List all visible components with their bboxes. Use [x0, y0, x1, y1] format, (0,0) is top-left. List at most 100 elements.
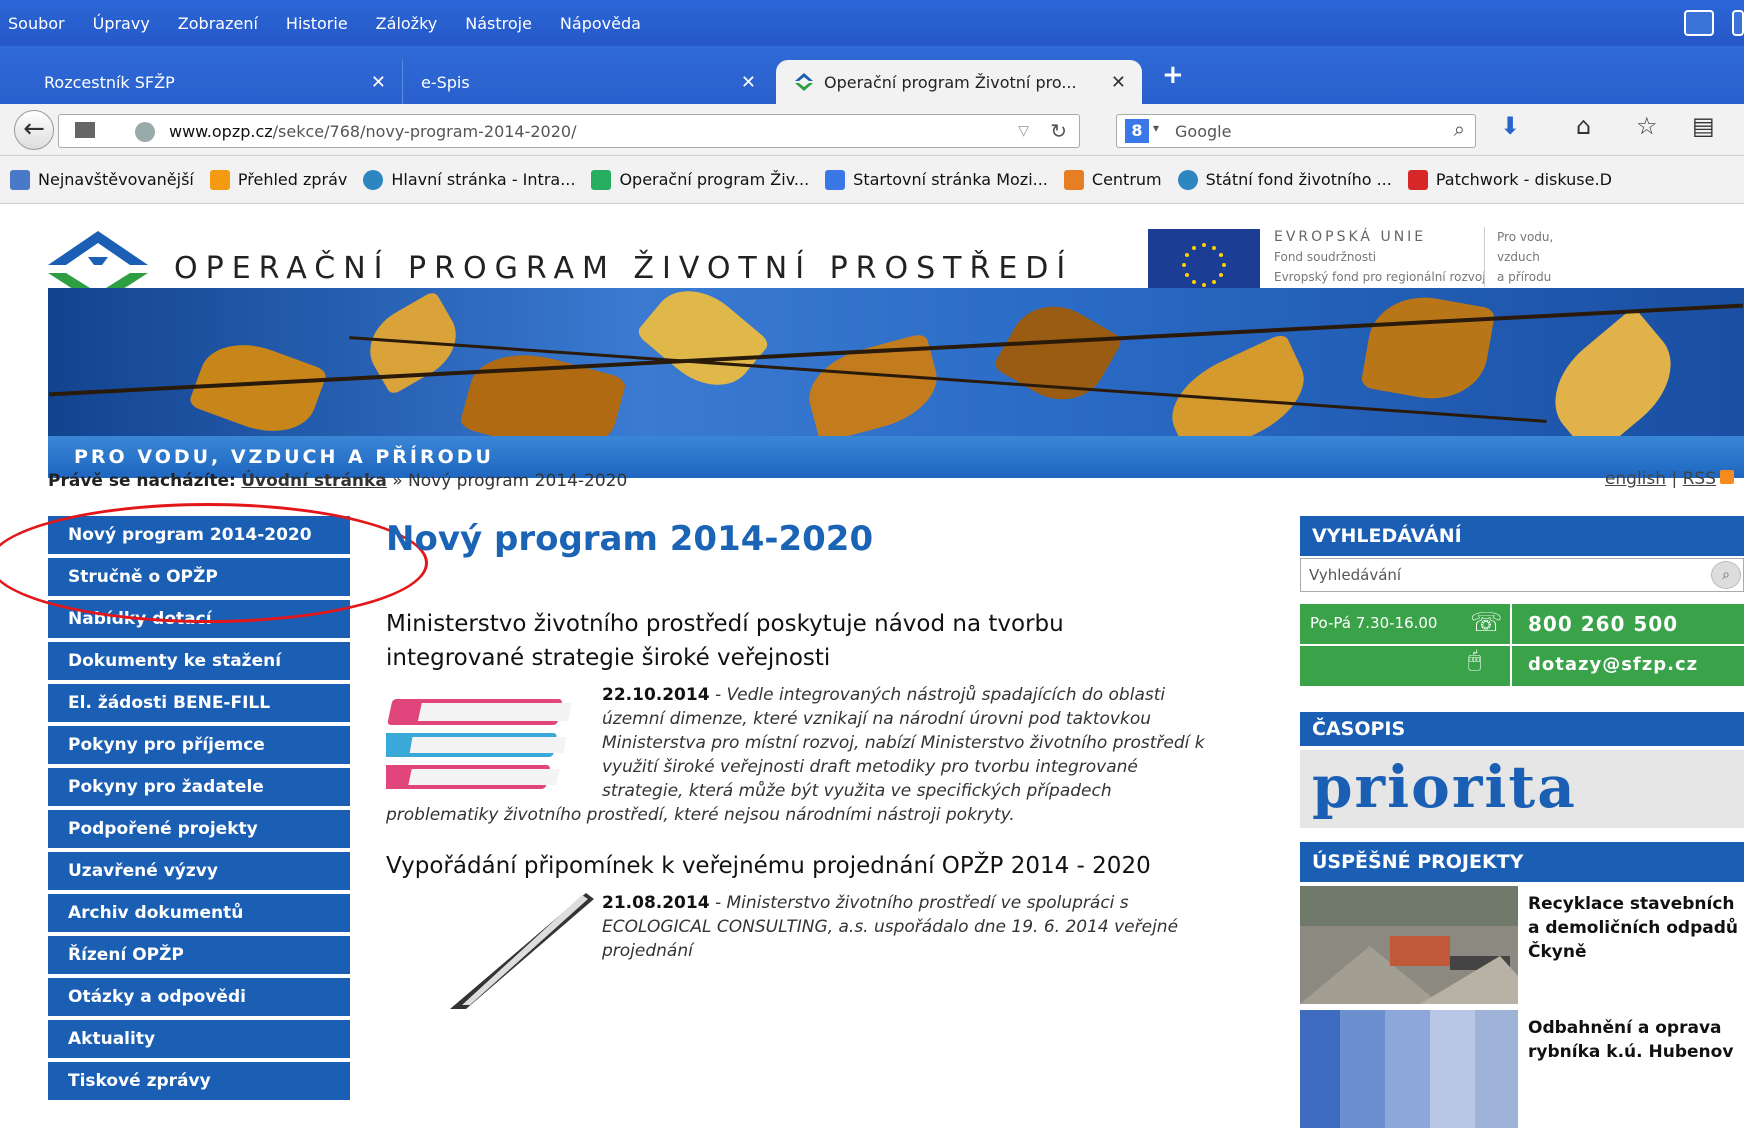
menu-item-aktuality[interactable]: Aktuality [48, 1020, 350, 1058]
bookmark-label: Státní fond životního ... [1205, 170, 1392, 189]
tab-label: e-Spis [421, 72, 470, 92]
bookmark-item[interactable]: Přehled zpráv [209, 169, 347, 190]
search-placeholder: Google [1175, 121, 1232, 141]
menu-item-podporene[interactable]: Podpořené projekty [48, 810, 350, 848]
star-icon[interactable]: ☆ [1636, 112, 1658, 140]
menu-item-nabidky[interactable]: Nabídky dotací [48, 600, 350, 638]
article-title[interactable]: Vypořádání připomínek k veřejnému projed… [386, 849, 1206, 883]
language-links: english | RSS [1605, 469, 1734, 489]
email-link[interactable]: dotazy@sfzp.cz [1528, 654, 1698, 675]
url-host: www.opzp.cz [169, 121, 273, 141]
bookmark-icon [10, 169, 30, 190]
breadcrumb-separator: » [392, 471, 403, 491]
google-icon [825, 169, 846, 190]
chevron-down-icon[interactable]: ▾ [1153, 121, 1159, 135]
menu-item-bene-fill[interactable]: El. žádosti BENE-FILL [48, 684, 350, 722]
page-heading: Nový program 2014-2020 [386, 519, 874, 559]
menu-item-tiskove[interactable]: Tiskové zprávy [48, 1062, 350, 1100]
bookmark-label: Centrum [1091, 170, 1162, 189]
project-title: Odbahnění a oprava rybníka k.ú. Hubenov [1528, 1018, 1734, 1062]
slogan-line: Pro vodu, [1497, 230, 1554, 244]
bookmark-item[interactable]: Hlavní stránka - Intra... [363, 169, 575, 190]
breadcrumb-prefix: Právě se nacházíte: [48, 471, 236, 491]
breadcrumb-home-link[interactable]: Úvodní stránka [241, 471, 387, 491]
menu-item-prijemce[interactable]: Pokyny pro příjemce [48, 726, 350, 764]
mouse-icon: 🖱 [1468, 648, 1482, 673]
menu-nastroje[interactable]: Nástroje [465, 14, 532, 33]
bookmark-icon [1177, 169, 1198, 190]
menu-item-novy-program[interactable]: Nový program 2014-2020 [48, 516, 350, 554]
close-icon[interactable]: ✕ [1111, 72, 1126, 93]
bookmark-item[interactable]: Státní fond životního ... [1177, 169, 1392, 190]
maximize-button[interactable] [1732, 10, 1744, 36]
article-date-sep: - [709, 893, 727, 913]
search-icon[interactable]: ⌕ [1454, 117, 1465, 141]
close-icon[interactable]: ✕ [741, 72, 756, 93]
tab-bar: Rozcestník SFŽP ✕ e-Spis ✕ Operační prog… [0, 46, 1744, 104]
eu-fund: Fond soudržnosti [1274, 250, 1377, 264]
menu-item-zadatele[interactable]: Pokyny pro žadatele [48, 768, 350, 806]
bookmark-item[interactable]: Startovní stránka Mozi... [825, 169, 1048, 190]
menu-item-archiv[interactable]: Archiv dokumentů [48, 894, 350, 932]
menu-item-rizeni[interactable]: Řízení OPŽP [48, 936, 350, 974]
phone-number[interactable]: 800 260 500 [1528, 612, 1678, 636]
menu-item-dokumenty[interactable]: Dokumenty ke stažení [48, 642, 350, 680]
web-page: OPERAČNÍ PROGRAM ŽIVOTNÍ PROSTŘEDÍ EVROP… [0, 205, 1744, 1144]
close-icon[interactable]: ✕ [371, 72, 386, 93]
download-icon[interactable]: ⬇ [1500, 112, 1520, 140]
pond-image [1300, 1010, 1518, 1128]
url-dropdown-icon[interactable]: ▽ [1018, 123, 1029, 139]
menu-upravy[interactable]: Úpravy [93, 14, 150, 33]
bookmark-item[interactable]: Centrum [1063, 169, 1162, 190]
article-title[interactable]: Ministerstvo životního prostředí poskytu… [386, 607, 1206, 675]
site-search-input[interactable]: Vyhledávání ⌕ [1300, 558, 1744, 592]
menu-historie[interactable]: Historie [286, 14, 348, 33]
project-item[interactable]: Recyklace stavebních a demoličních odpad… [1300, 886, 1744, 1008]
home-icon[interactable]: ⌂ [1576, 112, 1591, 140]
rss-icon [209, 169, 230, 190]
project-title: Recyklace stavebních a demoličních odpad… [1528, 894, 1739, 962]
new-tab-button[interactable]: + [1162, 60, 1184, 90]
search-bar[interactable]: 8 ▾ Google ⌕ [1116, 114, 1476, 148]
bookmarks-icon[interactable] [75, 122, 95, 138]
bookmark-item[interactable]: Operační program Živ... [591, 169, 809, 190]
eu-text: EVROPSKÁ UNIE Fond soudržnosti Evropský … [1274, 227, 1486, 287]
tab-rozcestnik[interactable]: Rozcestník SFŽP ✕ [26, 60, 402, 104]
phone-icon: ☏ [1470, 608, 1503, 638]
url-path: /sekce/768/novy-program-2014-2020/ [272, 121, 577, 141]
menu-item-strucne[interactable]: Stručně o OPŽP [48, 558, 350, 596]
tab-opzp[interactable]: Operační program Životní pro... ✕ [776, 60, 1142, 104]
recycling-site-image [1300, 886, 1518, 1004]
bookmark-item[interactable]: Nejnavštěvovanější [10, 169, 194, 190]
menu-item-uzavrene[interactable]: Uzavřené výzvy [48, 852, 350, 890]
opzp-icon [591, 169, 612, 190]
divider [1300, 644, 1744, 646]
english-link[interactable]: english [1605, 469, 1666, 489]
menu-soubor[interactable]: Soubor [8, 14, 65, 33]
globe-icon [135, 122, 155, 142]
rss-icon[interactable] [1720, 470, 1734, 484]
bookmark-item[interactable]: Patchwork - diskuse.D [1407, 169, 1612, 190]
left-menu: Nový program 2014-2020 Stručně o OPŽP Na… [48, 516, 350, 1104]
tab-espis[interactable]: e-Spis ✕ [402, 60, 772, 104]
menu-bar: Soubor Úpravy Zobrazení Historie Záložky… [0, 0, 1744, 46]
rss-link[interactable]: RSS [1683, 469, 1716, 489]
search-icon[interactable]: ⌕ [1711, 561, 1741, 589]
bookmark-list-icon[interactable]: ▤ [1692, 112, 1715, 140]
bookmark-icon [1407, 169, 1428, 190]
reload-icon[interactable]: ↻ [1050, 119, 1067, 143]
menu-zobrazeni[interactable]: Zobrazení [178, 14, 258, 33]
bookmark-label: Patchwork - diskuse.D [1435, 170, 1612, 189]
opzp-favicon-icon [795, 73, 813, 91]
menu-zalozky[interactable]: Záložky [376, 14, 438, 33]
books-image [386, 699, 572, 789]
url-bar[interactable]: www.opzp.cz/sekce/768/novy-program-2014-… [58, 114, 1080, 148]
back-button[interactable]: ← [14, 110, 54, 150]
menu-item-otazky[interactable]: Otázky a odpovědi [48, 978, 350, 1016]
pen-image [450, 893, 594, 1009]
magazine-logo[interactable]: priorita [1300, 750, 1744, 828]
project-item[interactable]: Odbahnění a oprava rybníka k.ú. Hubenov [1300, 1010, 1744, 1132]
google-icon[interactable]: 8 [1125, 119, 1149, 143]
menu-napoveda[interactable]: Nápověda [560, 14, 641, 33]
minimize-button[interactable] [1684, 10, 1714, 36]
